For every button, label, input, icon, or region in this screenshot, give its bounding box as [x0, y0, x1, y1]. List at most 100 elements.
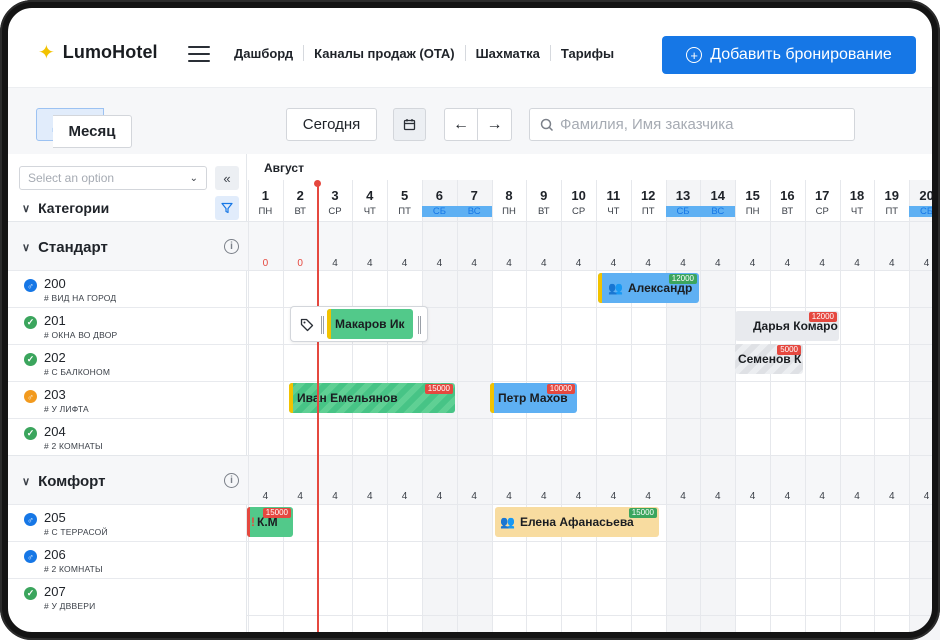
availability-count: 4	[749, 491, 756, 502]
tag-icon[interactable]	[300, 318, 314, 332]
availability-count: 4	[506, 491, 512, 502]
group-standard-toggle[interactable]: ∨ Стандарт	[22, 239, 108, 256]
add-booking-button[interactable]: + Добавить бронирование	[662, 36, 916, 74]
grid-line	[247, 418, 940, 419]
booking-card-selected[interactable]: Макаров Ик	[327, 309, 413, 339]
day-column[interactable]	[665, 180, 701, 640]
room-row[interactable]: ✓ 207 # У ДВВЕРИ	[0, 578, 247, 615]
booking-card[interactable]: 👥 Елена Афанасьева 15000	[495, 507, 659, 537]
booking-price: 15000	[424, 384, 453, 394]
room-number: 201	[44, 313, 66, 328]
search-icon	[540, 118, 554, 131]
info-icon[interactable]: i	[224, 473, 239, 488]
status-check-icon: ✓	[24, 587, 37, 600]
collapse-sidebar-button[interactable]: «	[215, 166, 239, 190]
availability-count: 4	[575, 258, 582, 269]
day-number: 3	[331, 188, 339, 203]
day-weekday: ПТ	[641, 206, 655, 217]
category-select-placeholder: Select an option	[28, 171, 115, 185]
booking-card[interactable]: 👥 Александр 12000	[598, 273, 699, 303]
calendar-toolbar: День Месяц Сегодня ← →	[0, 88, 940, 154]
availability-count: 4	[541, 258, 547, 269]
day-column[interactable]	[248, 180, 283, 640]
day-weekday: ВС	[456, 206, 492, 217]
day-column[interactable]	[630, 180, 666, 640]
day-column[interactable]	[700, 180, 736, 640]
grid-line	[247, 578, 940, 579]
day-number: 1	[261, 188, 270, 203]
category-select[interactable]: Select an option ⌄	[19, 166, 207, 190]
calendar-picker-button[interactable]	[393, 108, 426, 141]
double-chevron-left-icon: «	[223, 170, 231, 186]
day-number: 7	[470, 188, 478, 203]
room-desc: # У ЛИФТА	[44, 404, 89, 414]
booking-card[interactable]: Петр Махов 10000	[490, 383, 577, 413]
nav-item-rates[interactable]: Тарифы	[551, 46, 624, 61]
arrow-right-icon[interactable]: →	[478, 108, 512, 141]
filter-button[interactable]	[215, 196, 239, 220]
guest-search[interactable]	[529, 108, 855, 141]
view-month-button[interactable]: Месяц	[53, 115, 132, 148]
day-weekday: СР	[571, 206, 586, 217]
grid-line	[247, 455, 940, 456]
room-desc: # С БАЛКОНОМ	[44, 367, 111, 377]
menu-icon[interactable]	[188, 46, 210, 62]
nav-item-dashboard[interactable]: Дашборд	[234, 46, 303, 61]
availability-count: 0	[297, 258, 303, 269]
room-row[interactable]: ✓ 202 # С БАЛКОНОМ	[0, 344, 247, 381]
info-icon[interactable]: i	[224, 239, 239, 254]
availability-count: 4	[541, 491, 547, 502]
filter-icon	[221, 202, 233, 214]
day-column[interactable]	[839, 180, 875, 640]
day-column[interactable]	[770, 180, 805, 640]
day-weekday: ЧТ	[607, 206, 620, 217]
room-row[interactable]: ♂ 203 # У ЛИФТА	[0, 381, 247, 418]
day-weekday: СБ	[909, 206, 940, 217]
today-button[interactable]: Сегодня	[286, 108, 377, 141]
day-column[interactable]	[456, 180, 492, 640]
day-number: 10	[571, 188, 586, 203]
day-column[interactable]	[735, 180, 770, 640]
day-weekday: СР	[815, 206, 829, 217]
day-weekday: ПН	[258, 206, 273, 217]
day-weekday: СР	[328, 206, 342, 217]
availability-count: 0	[262, 258, 269, 269]
categories-label: Категории	[38, 200, 110, 216]
availability-count: 4	[680, 491, 686, 502]
room-desc: # 2 КОМНАТЫ	[44, 564, 103, 574]
room-row[interactable]: ♂ 200 # ВИД НА ГОРОД	[0, 270, 247, 307]
booking-card[interactable]: Семенов К 5000	[735, 344, 803, 374]
group-comfort-toggle[interactable]: ∨ Комфорт	[22, 473, 105, 490]
availability-count: 4	[367, 491, 373, 502]
booking-card[interactable]: Иван Емельянов 15000	[289, 383, 455, 413]
resize-handle-left[interactable]	[321, 316, 324, 334]
booking-guest: Макаров Ик	[335, 317, 405, 331]
booking-card[interactable]: Дарья Комаро 12000	[735, 311, 839, 341]
room-row[interactable]: ✓ 201 # ОКНА ВО ДВОР	[0, 307, 247, 344]
group-name: Комфорт	[38, 473, 106, 490]
app-name: LumoHotel	[62, 42, 158, 62]
day-weekday: ПН	[502, 206, 516, 217]
day-column[interactable]	[909, 180, 940, 640]
alert-icon: !	[251, 515, 255, 529]
resize-handle-right[interactable]	[418, 316, 421, 334]
availability-count: 4	[506, 258, 512, 269]
availability-count: 4	[645, 491, 651, 502]
nav-item-chessboard[interactable]: Шахматка	[466, 46, 550, 61]
day-column[interactable]	[804, 180, 840, 640]
room-desc: # У ДВВЕРИ	[44, 601, 96, 611]
room-row[interactable]: ✓ 204 # 2 КОМНАТЫ	[0, 418, 247, 455]
app-logo[interactable]: ✦ LumoHotel	[38, 42, 158, 63]
room-row[interactable]: ♂ 205 # С ТЕРРАСОЙ	[0, 504, 247, 541]
current-time-line	[317, 182, 319, 640]
arrow-left-icon[interactable]: ←	[444, 108, 478, 141]
booking-card[interactable]: ! К.М 15000	[247, 507, 293, 537]
room-row[interactable]: ♂ 206 # 2 КОМНАТЫ	[0, 541, 247, 578]
nav-item-channels[interactable]: Каналы продаж (OTA)	[304, 46, 464, 61]
availability-count: 4	[436, 491, 443, 502]
search-input[interactable]	[560, 116, 840, 133]
day-column[interactable]	[874, 180, 909, 640]
day-column[interactable]	[596, 180, 631, 640]
view-switch: День Месяц	[36, 108, 132, 148]
categories-header[interactable]: ∨ Категории	[22, 200, 109, 216]
